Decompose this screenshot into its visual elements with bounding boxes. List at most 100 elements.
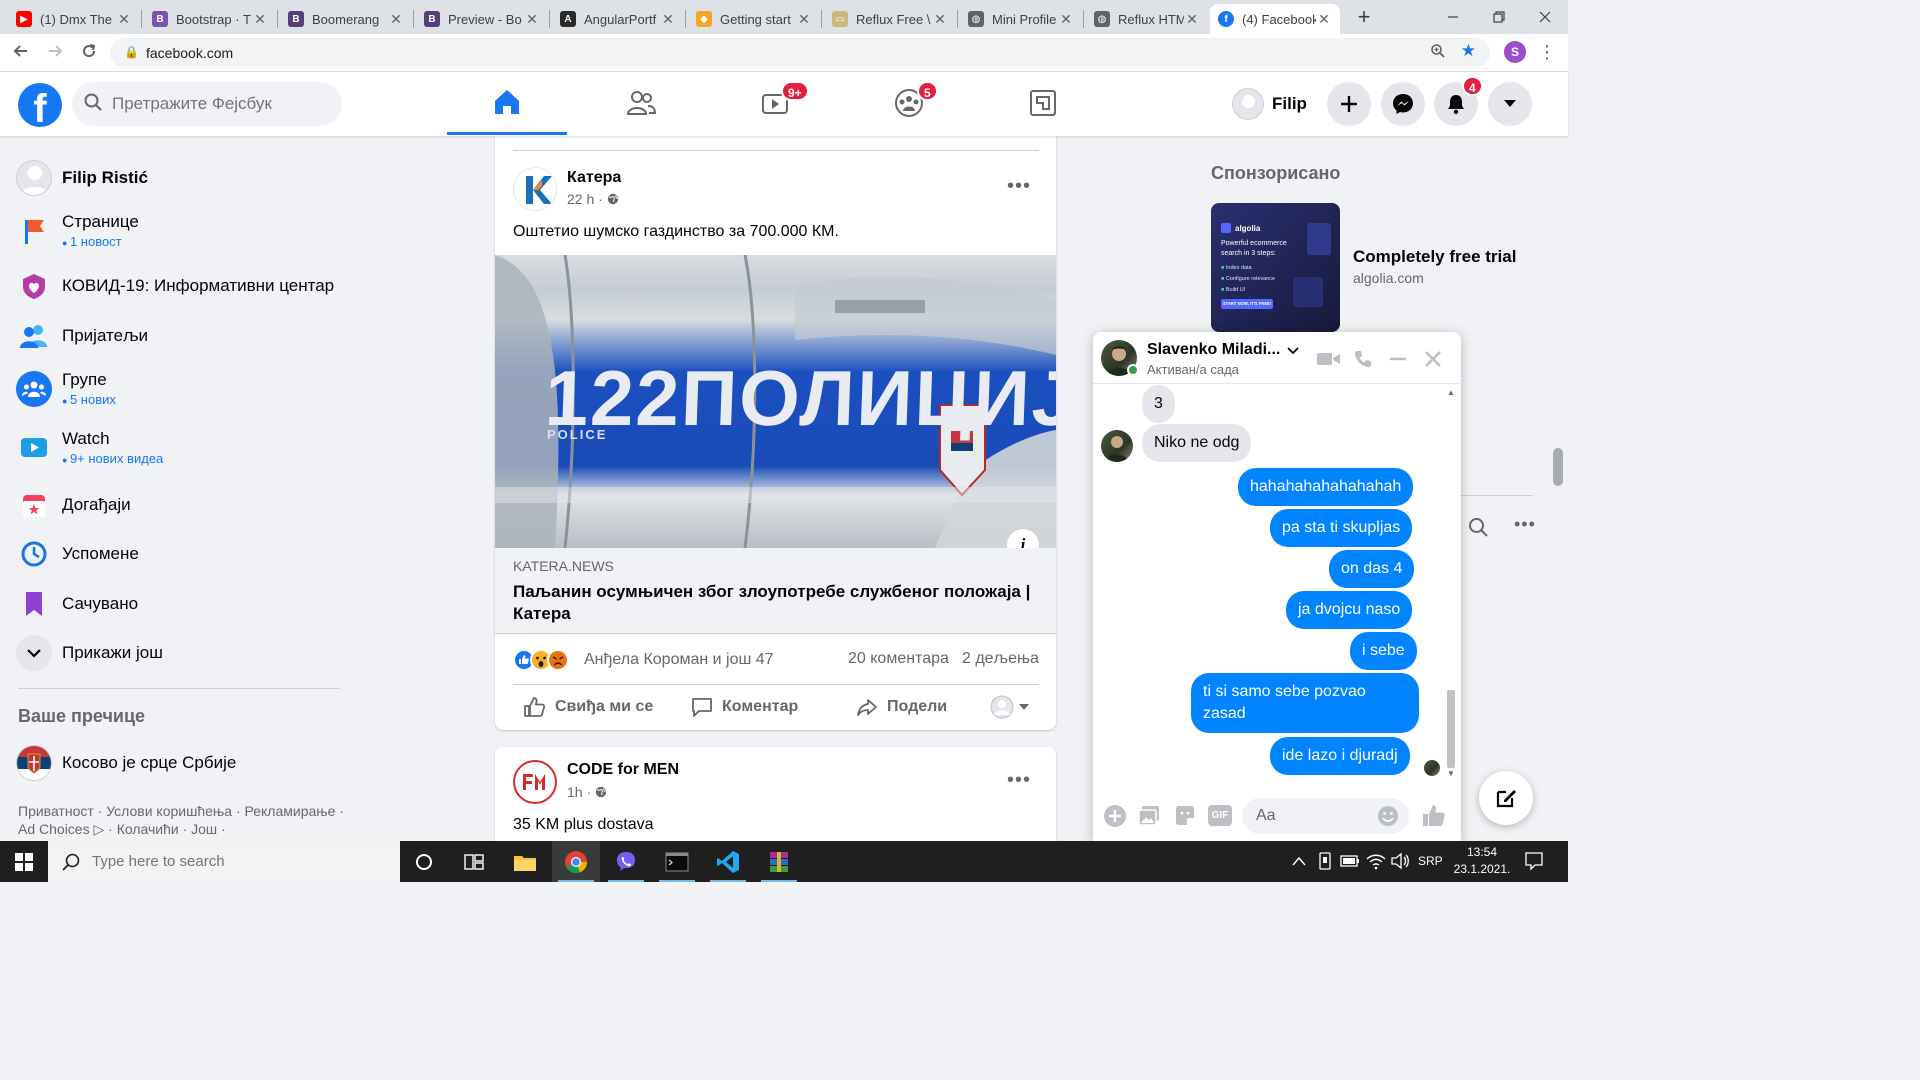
back-button[interactable] (10, 42, 32, 64)
chat-scrollbar-thumb[interactable] (1447, 690, 1455, 768)
profile-chip[interactable]: Filip (1232, 86, 1307, 122)
search-input[interactable] (112, 82, 332, 126)
bookmark-star-icon[interactable]: ★ (1461, 41, 1476, 61)
reaction-summary[interactable]: Анђела Короман и још 47 (513, 648, 774, 672)
chat-contact-name[interactable]: Slavenko Miladi... (1147, 341, 1280, 359)
photo-icon[interactable] (1137, 804, 1161, 828)
chrome-taskbar-button[interactable] (552, 841, 600, 882)
tray-chevron-up-icon[interactable] (1292, 853, 1306, 871)
audience-selector[interactable] (990, 694, 1030, 720)
minimize-window-button[interactable] (1430, 0, 1476, 34)
browser-tab[interactable]: B Bootstrap · T ✕ (144, 4, 276, 34)
address-bar[interactable]: 🔒 facebook.com ★ (110, 38, 1490, 68)
browser-tab[interactable]: B Boomerang ✕ (280, 4, 412, 34)
close-icon[interactable]: ✕ (388, 11, 404, 28)
plus-circle-icon[interactable] (1103, 804, 1127, 828)
post-options-button[interactable]: ••• (1007, 175, 1031, 198)
share-button[interactable]: Подели (855, 694, 947, 720)
close-icon[interactable]: ✕ (1184, 11, 1200, 28)
sidebar-item-covid[interactable]: КОВИД-19: Информативни центар (16, 268, 346, 304)
new-message-button[interactable] (1479, 771, 1533, 825)
action-center-icon[interactable] (1524, 851, 1544, 876)
viber-taskbar-button[interactable] (602, 841, 650, 882)
close-icon[interactable]: ✕ (796, 11, 812, 28)
thumbs-up-icon[interactable] (1421, 803, 1447, 829)
phone-icon[interactable] (1353, 349, 1373, 369)
close-icon[interactable]: ✕ (252, 11, 268, 28)
zoom-icon[interactable] (1430, 43, 1446, 63)
comments-count[interactable]: 20 коментара (848, 650, 949, 668)
file-explorer-button[interactable] (501, 841, 549, 882)
tab-gaming[interactable] (983, 72, 1103, 134)
shares-count[interactable]: 2 дељења (962, 650, 1039, 668)
chat-header[interactable]: Slavenko Miladi... Активан/а сада (1093, 332, 1461, 384)
browser-tab[interactable]: ◍ Reflux HTML ✕ (1086, 4, 1208, 34)
maximize-window-button[interactable] (1476, 0, 1522, 34)
browser-menu-icon[interactable]: ⋮ (1538, 42, 1556, 63)
post-author[interactable]: CODE for MEN (567, 761, 679, 779)
minimize-chat-icon[interactable] (1388, 349, 1408, 369)
reload-button[interactable] (78, 42, 100, 64)
new-tab-button[interactable]: + (1352, 6, 1376, 30)
close-icon[interactable]: ✕ (524, 11, 540, 28)
video-call-icon[interactable] (1316, 350, 1342, 368)
terminal-taskbar-button[interactable] (653, 841, 701, 882)
page-avatar-code-for-men[interactable] (513, 760, 557, 804)
vscode-taskbar-button[interactable] (704, 841, 752, 882)
sticker-icon[interactable] (1173, 804, 1197, 828)
browser-profile-avatar[interactable]: S (1504, 41, 1526, 63)
facebook-search[interactable] (72, 82, 342, 126)
account-menu-button[interactable] (1488, 82, 1532, 126)
shortcut-item[interactable]: Косово је срце Србије (16, 745, 346, 781)
footer-links[interactable]: Приватност · Услови коришћења · Рекламир… (18, 802, 348, 838)
close-chat-icon[interactable] (1423, 349, 1443, 369)
messenger-button[interactable] (1381, 82, 1425, 126)
emoji-icon[interactable] (1377, 805, 1399, 827)
sidebar-item-groups[interactable]: Групе 5 нових (16, 370, 346, 407)
like-button[interactable]: Свиђа ми се (523, 694, 653, 720)
tab-home[interactable] (447, 72, 567, 135)
browser-tab[interactable]: ◍ Mini Profile ✕ (960, 4, 1082, 34)
link-preview[interactable]: KATERA.NEWS Паљанин осумњичен због злоуп… (495, 548, 1056, 634)
sidebar-item-watch[interactable]: Watch 9+ нових видеа (16, 429, 346, 466)
browser-tab[interactable]: ▭ Reflux Free \ ✕ (824, 4, 956, 34)
chevron-down-icon[interactable] (1287, 347, 1299, 355)
tab-groups[interactable]: 5 (849, 72, 969, 134)
ad-domain[interactable]: algolia.com (1353, 270, 1424, 286)
sidebar-item-see-more[interactable]: Прикажи још (16, 635, 346, 671)
sidebar-item-pages[interactable]: Странице 1 новост (16, 212, 346, 249)
browser-tab-active[interactable]: f (4) Facebook ✕ (1210, 4, 1340, 34)
cortana-button[interactable] (400, 841, 448, 882)
contacts-search-icon[interactable] (1468, 517, 1488, 542)
scroll-up-icon[interactable]: ▲ (1445, 388, 1457, 397)
gif-button[interactable]: GIF (1208, 805, 1232, 826)
sidebar-item-events[interactable]: Догађаји (16, 487, 346, 523)
sidebar-item-friends[interactable]: Пријатељи (16, 318, 346, 354)
scroll-down-icon[interactable]: ▼ (1445, 769, 1457, 778)
input-language[interactable]: SRP (1418, 854, 1443, 868)
close-icon[interactable]: ✕ (660, 11, 676, 28)
close-window-button[interactable] (1522, 0, 1568, 34)
sidebar-item-profile[interactable]: Filip Ristić (16, 160, 346, 196)
taskbar-clock[interactable]: 13:54 23.1.2021. (1452, 844, 1512, 878)
post-author[interactable]: Катера (567, 169, 621, 187)
page-avatar-katera[interactable] (513, 167, 557, 211)
battery-icon[interactable] (1340, 854, 1360, 873)
browser-tab[interactable]: A AngularPortf ✕ (552, 4, 684, 34)
comment-button[interactable]: Коментар (690, 694, 798, 720)
tab-friends[interactable] (581, 72, 701, 134)
ad-image[interactable]: algolia Powerful ecommerce search in 3 s… (1211, 203, 1340, 332)
page-scrollbar[interactable] (1548, 72, 1568, 841)
browser-tab[interactable]: ▶ (1) Dmx The ✕ (8, 4, 140, 34)
start-button[interactable] (0, 841, 48, 882)
post-options-button[interactable]: ••• (1007, 769, 1031, 792)
task-view-button[interactable] (450, 841, 498, 882)
browser-tab[interactable]: B Preview - Bo ✕ (416, 4, 548, 34)
browser-tab[interactable]: ◆ Getting start ✕ (688, 4, 820, 34)
close-icon[interactable]: ✕ (1058, 11, 1074, 28)
facebook-logo[interactable]: f (18, 83, 62, 127)
tab-watch[interactable]: 9+ (715, 72, 835, 134)
close-icon[interactable]: ✕ (116, 11, 132, 28)
page-scrollbar-thumb[interactable] (1553, 448, 1563, 486)
close-icon[interactable]: ✕ (932, 11, 948, 28)
